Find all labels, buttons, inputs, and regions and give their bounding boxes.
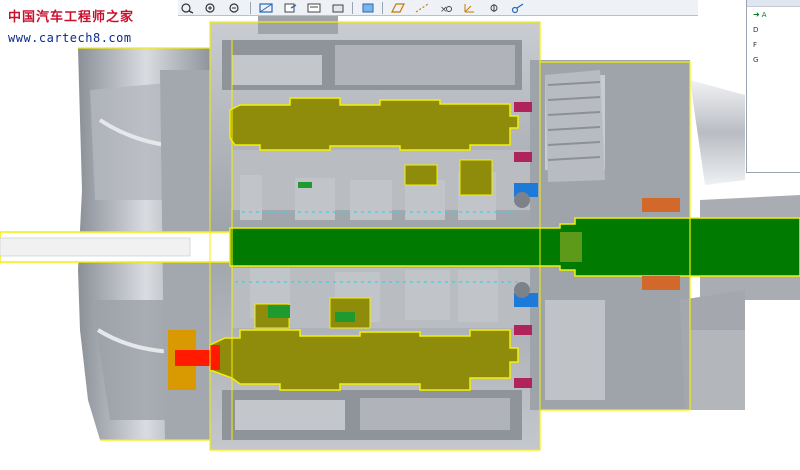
watermark: 中国汽车工程师之家 www.cartech8.com xyxy=(8,6,134,45)
toolbar-separator xyxy=(382,1,383,14)
datum-axes-icon[interactable] xyxy=(412,1,432,15)
toolbar-separator xyxy=(352,1,353,14)
arrow-right-icon: ➜ xyxy=(753,10,760,19)
tree-item-label: F xyxy=(753,40,758,49)
tree-item-label: A xyxy=(761,10,767,19)
synchro-ring xyxy=(268,305,290,318)
layer-tree-panel: ➜ A D F G xyxy=(746,0,800,173)
tree-item-label: D xyxy=(753,25,759,34)
datum-planes-icon[interactable] xyxy=(388,1,408,15)
orient-icon[interactable] xyxy=(280,1,300,15)
tree-item-label: G xyxy=(753,55,759,64)
tree-item-d[interactable]: D xyxy=(747,22,800,37)
saved-views-icon[interactable] xyxy=(304,1,324,15)
watermark-url: www.cartech8.com xyxy=(8,31,132,45)
tree-item-f[interactable]: F xyxy=(747,37,800,52)
view-toolbar: × xyxy=(178,0,698,16)
annotations-icon[interactable] xyxy=(484,1,504,15)
panel-header xyxy=(747,0,800,7)
gear-block xyxy=(240,175,262,220)
tree-item-g[interactable]: G xyxy=(747,52,800,67)
seal xyxy=(514,102,532,112)
toolbar-separator xyxy=(250,1,251,14)
zoom-out-icon[interactable] xyxy=(226,1,246,15)
top-boss xyxy=(258,14,338,34)
zoom-window-icon[interactable] xyxy=(178,1,198,15)
refit-icon[interactable] xyxy=(256,1,276,15)
spin-center-icon[interactable] xyxy=(508,1,528,15)
transmission-cross-section xyxy=(0,0,800,466)
view-manager-icon[interactable] xyxy=(328,1,348,15)
helical-gear xyxy=(545,70,605,182)
datum-points-icon[interactable]: × xyxy=(436,1,456,15)
zoom-in-icon[interactable] xyxy=(202,1,222,15)
shading-icon[interactable] xyxy=(358,1,378,15)
watermark-title: 中国汽车工程师之家 xyxy=(8,10,135,25)
output-bearing xyxy=(642,198,680,212)
coordinate-systems-icon[interactable] xyxy=(460,1,480,15)
countershaft-upper xyxy=(229,97,519,151)
tree-item-a[interactable]: ➜ A xyxy=(747,7,800,22)
cad-viewport[interactable]: 中国汽车工程师之家 www.cartech8.com × ➜ A D F G xyxy=(0,0,800,466)
